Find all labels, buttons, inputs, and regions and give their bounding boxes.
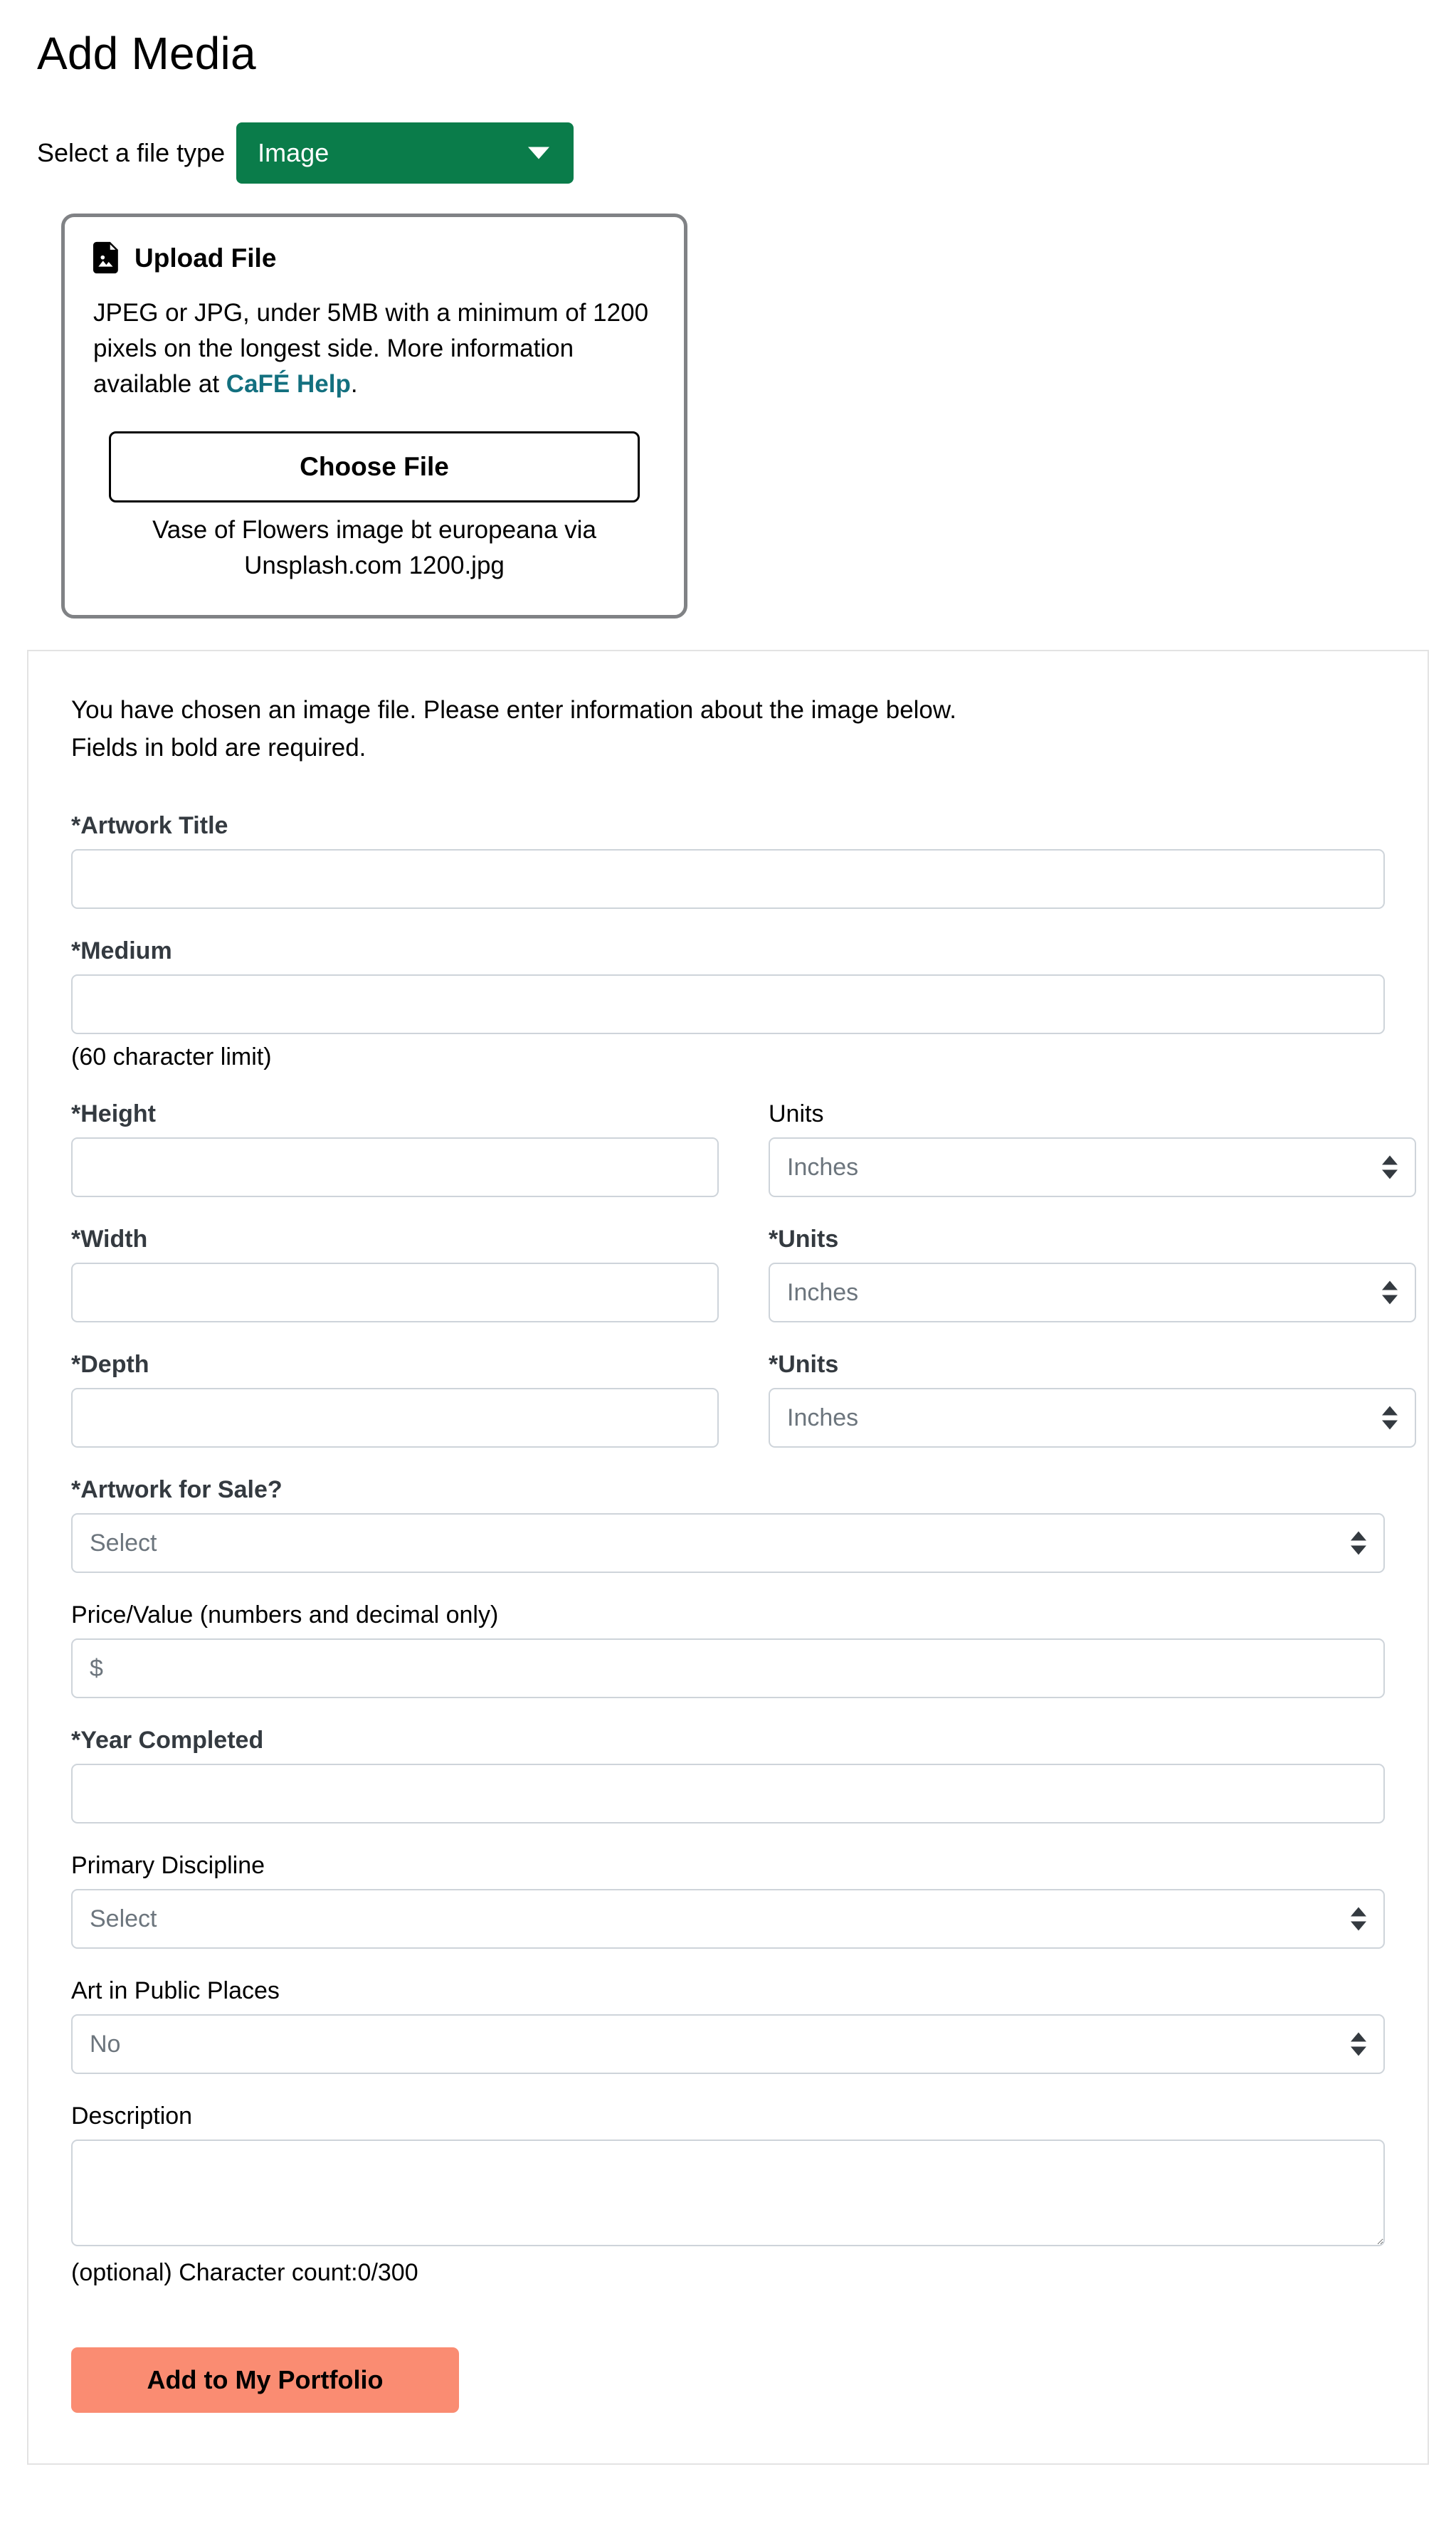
add-media-page: Add Media Select a file type Image Uploa… bbox=[0, 28, 1456, 2465]
depth-label: *Depth bbox=[71, 1351, 149, 1378]
height-units-row: *Height Units Inches bbox=[71, 1102, 1416, 1227]
upload-requirements-after: . bbox=[350, 369, 358, 398]
add-to-portfolio-button[interactable]: Add to My Portfolio bbox=[71, 2347, 459, 2413]
depth-units-select-wrap: Inches bbox=[769, 1388, 1416, 1448]
art-in-public-places-label: Art in Public Places bbox=[71, 1977, 280, 2004]
field-artwork-for-sale: *Artwork for Sale? Select bbox=[71, 1478, 1385, 1573]
field-price: Price/Value (numbers and decimal only) bbox=[71, 1603, 1385, 1698]
height-units-select-wrap: Inches bbox=[769, 1137, 1416, 1197]
field-year-completed: *Year Completed bbox=[71, 1728, 1385, 1823]
width-label: *Width bbox=[71, 1226, 148, 1253]
file-image-icon bbox=[93, 242, 118, 274]
cafe-help-link[interactable]: CaFÉ Help bbox=[226, 370, 351, 398]
medium-label: *Medium bbox=[71, 937, 172, 965]
artwork-title-label: *Artwork Title bbox=[71, 812, 228, 840]
file-type-select-value: Image bbox=[258, 138, 329, 168]
field-width-units: *Units Inches bbox=[769, 1227, 1416, 1322]
medium-hint: (60 character limit) bbox=[71, 1043, 272, 1071]
field-artwork-title: *Artwork Title bbox=[71, 812, 1385, 910]
description-hint: (optional) Character count:0/300 bbox=[71, 2259, 418, 2286]
depth-units-select[interactable]: Inches bbox=[769, 1388, 1416, 1448]
width-units-label: *Units bbox=[769, 1226, 839, 1253]
field-width: *Width bbox=[71, 1227, 719, 1322]
field-height-units: Units Inches bbox=[769, 1102, 1416, 1197]
field-medium: *Medium (60 character limit) bbox=[71, 939, 1385, 1072]
width-units-select[interactable]: Inches bbox=[769, 1263, 1416, 1322]
form-intro: You have chosen an image file. Please en… bbox=[71, 691, 1385, 767]
depth-units-label: *Units bbox=[769, 1351, 839, 1378]
chosen-filename: Vase of Flowers image bt europeana via U… bbox=[152, 516, 596, 580]
price-input[interactable] bbox=[71, 1638, 1385, 1698]
file-type-label: Select a file type bbox=[37, 138, 226, 168]
primary-discipline-select-wrap: Select bbox=[71, 1889, 1385, 1949]
field-art-in-public-places: Art in Public Places No bbox=[71, 1979, 1385, 2074]
field-height: *Height bbox=[71, 1102, 719, 1197]
artwork-details-form: You have chosen an image file. Please en… bbox=[27, 649, 1429, 2465]
file-type-select[interactable]: Image bbox=[236, 122, 574, 184]
form-intro-line2: Fields in bold are required. bbox=[71, 734, 366, 762]
field-primary-discipline: Primary Discipline Select bbox=[71, 1853, 1385, 1949]
file-type-row: Select a file type Image bbox=[37, 122, 1456, 184]
upload-card-title: Upload File bbox=[134, 243, 277, 273]
upload-requirements-text: JPEG or JPG, under 5MB with a minimum of… bbox=[93, 295, 655, 401]
year-completed-input[interactable] bbox=[71, 1764, 1385, 1823]
form-intro-line1: You have chosen an image file. Please en… bbox=[71, 695, 956, 724]
artwork-for-sale-label: *Artwork for Sale? bbox=[71, 1476, 283, 1503]
artwork-for-sale-select-wrap: Select bbox=[71, 1513, 1385, 1573]
primary-discipline-label: Primary Discipline bbox=[71, 1852, 265, 1879]
height-label: *Height bbox=[71, 1100, 156, 1127]
width-input[interactable] bbox=[71, 1263, 719, 1322]
field-depth-units: *Units Inches bbox=[769, 1352, 1416, 1448]
depth-units-row: *Depth *Units Inches bbox=[71, 1352, 1416, 1478]
upload-card-header: Upload File bbox=[93, 241, 655, 274]
art-in-public-places-select-wrap: No bbox=[71, 2014, 1385, 2074]
width-units-row: *Width *Units Inches bbox=[71, 1227, 1416, 1352]
primary-discipline-select[interactable]: Select bbox=[71, 1889, 1385, 1949]
page-title: Add Media bbox=[37, 28, 256, 79]
description-label: Description bbox=[71, 2102, 193, 2130]
choose-file-button[interactable]: Choose File bbox=[109, 431, 640, 503]
description-textarea[interactable] bbox=[71, 2140, 1385, 2246]
field-description: Description (optional) Character count:0… bbox=[71, 2104, 1385, 2288]
height-units-select[interactable]: Inches bbox=[769, 1137, 1416, 1197]
artwork-for-sale-select[interactable]: Select bbox=[71, 1513, 1385, 1573]
width-units-select-wrap: Inches bbox=[769, 1263, 1416, 1322]
year-completed-label: *Year Completed bbox=[71, 1727, 264, 1754]
artwork-title-input[interactable] bbox=[71, 849, 1385, 910]
art-in-public-places-select[interactable]: No bbox=[71, 2014, 1385, 2074]
upload-requirements-before: JPEG or JPG, under 5MB with a minimum of… bbox=[93, 299, 649, 398]
price-label: Price/Value (numbers and decimal only) bbox=[71, 1601, 499, 1628]
chevron-down-icon bbox=[528, 147, 550, 159]
depth-input[interactable] bbox=[71, 1388, 719, 1448]
medium-input[interactable] bbox=[71, 974, 1385, 1035]
height-units-label: Units bbox=[769, 1100, 824, 1127]
height-input[interactable] bbox=[71, 1137, 719, 1197]
field-depth: *Depth bbox=[71, 1352, 719, 1448]
upload-file-card: Upload File JPEG or JPG, under 5MB with … bbox=[61, 214, 687, 619]
